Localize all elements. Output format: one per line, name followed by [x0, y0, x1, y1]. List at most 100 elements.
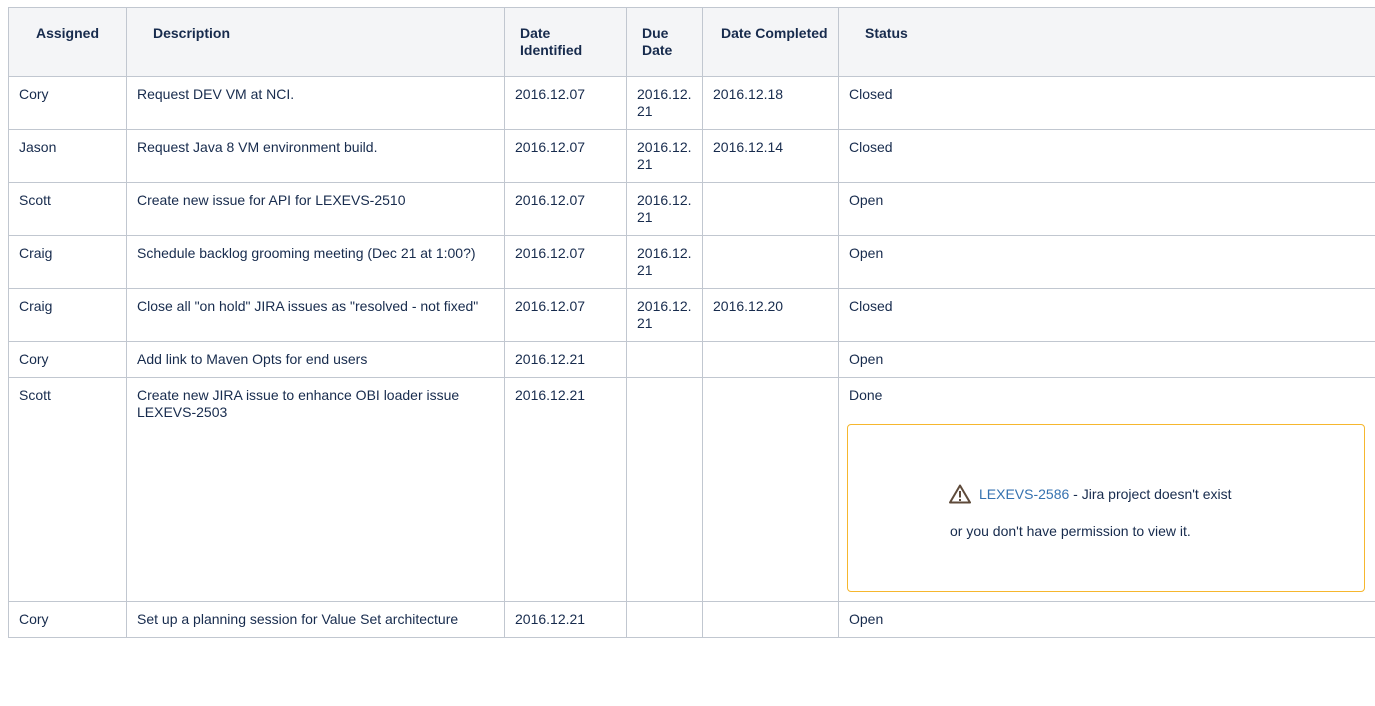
jira-message-line1: - Jira project doesn't exist	[1069, 485, 1232, 502]
status-text: Closed	[849, 86, 893, 102]
jira-issue-link[interactable]: LEXEVS-2586	[979, 486, 1069, 503]
due-date-text: 2016.12.21	[637, 139, 692, 172]
cell-status: Done LEXEVS-2586 - Jira project doesn't e…	[838, 377, 1375, 602]
table-header-row: Assigned Description Date Identified Due…	[8, 7, 1375, 77]
cell-due-date: 2016.12.21	[626, 288, 703, 342]
header-assigned: Assigned	[8, 7, 127, 77]
cell-date-completed	[702, 182, 839, 236]
header-status: Status	[838, 7, 1375, 77]
cell-description: Set up a planning session for Value Set …	[126, 601, 505, 638]
date-identified-text: 2016.12.07	[515, 192, 586, 208]
date-completed-text: 2016.12.20	[713, 298, 784, 314]
date-identified-text: 2016.12.21	[515, 351, 586, 367]
assigned-text: Cory	[19, 351, 49, 367]
cell-due-date: 2016.12.21	[626, 235, 703, 289]
cell-description: Create new JIRA issue to enhance OBI loa…	[126, 377, 505, 602]
table-row: Cory Set up a planning session for Value …	[8, 601, 1375, 638]
cell-assigned: Craig	[8, 235, 127, 289]
cell-status: Open	[838, 235, 1375, 289]
date-identified-text: 2016.12.07	[515, 245, 586, 261]
description-text: Close all "on hold" JIRA issues as "reso…	[137, 298, 479, 314]
cell-assigned: Cory	[8, 601, 127, 638]
cell-date-identified: 2016.12.07	[504, 76, 627, 130]
status-text: Open	[849, 245, 884, 261]
cell-status: Closed	[838, 288, 1375, 342]
status-text: Open	[849, 611, 884, 627]
cell-due-date: 2016.12.21	[626, 182, 703, 236]
jira-warning-line: LEXEVS-2586 - Jira project doesn't exist	[949, 483, 1364, 505]
date-identified-text: 2016.12.07	[515, 298, 586, 314]
cell-date-identified: 2016.12.21	[504, 341, 627, 378]
cell-assigned: Scott	[8, 182, 127, 236]
cell-date-identified: 2016.12.07	[504, 235, 627, 289]
cell-date-identified: 2016.12.21	[504, 377, 627, 602]
cell-due-date: 2016.12.21	[626, 129, 703, 183]
description-text: Set up a planning session for Value Set …	[137, 611, 459, 627]
cell-assigned: Scott	[8, 377, 127, 602]
cell-date-completed: 2016.12.14	[702, 129, 839, 183]
date-identified-text: 2016.12.07	[515, 86, 586, 102]
date-completed-text: 2016.12.14	[713, 139, 784, 155]
cell-date-identified: 2016.12.21	[504, 601, 627, 638]
cell-due-date: 2016.12.21	[626, 76, 703, 130]
description-text: Create new JIRA issue to enhance OBI loa…	[137, 387, 460, 420]
date-completed-text: 2016.12.18	[713, 86, 784, 102]
cell-assigned: Cory	[8, 76, 127, 130]
assigned-text: Scott	[19, 192, 51, 208]
status-text: Done	[849, 387, 883, 403]
assigned-text: Craig	[19, 298, 53, 314]
assigned-text: Jason	[19, 139, 57, 155]
cell-status: Open	[838, 182, 1375, 236]
cell-description: Schedule backlog grooming meeting (Dec 2…	[126, 235, 505, 289]
description-text: Schedule backlog grooming meeting (Dec 2…	[137, 245, 476, 261]
cell-description: Request Java 8 VM environment build.	[126, 129, 505, 183]
cell-date-completed	[702, 377, 839, 602]
action-items-table: Assigned Description Date Identified Due…	[8, 7, 1375, 638]
status-text: Closed	[849, 298, 893, 314]
jira-issue-warning-box: LEXEVS-2586 - Jira project doesn't exist…	[847, 424, 1365, 592]
cell-status: Open	[838, 601, 1375, 638]
status-text: Open	[849, 192, 884, 208]
table-row: Cory Request DEV VM at NCI. 2016.12.07 2016…	[8, 76, 1375, 130]
status-text: Closed	[849, 139, 893, 155]
assigned-text: Scott	[19, 387, 51, 403]
assigned-text: Cory	[19, 611, 49, 627]
header-due-date: Due Date	[626, 7, 703, 77]
jira-message-line2: or you don't have permission to view it.	[950, 523, 1191, 539]
cell-assigned: Craig	[8, 288, 127, 342]
cell-description: Request DEV VM at NCI.	[126, 76, 505, 130]
table-row: Scott Create new issue for API for LEXEVS…	[8, 182, 1375, 236]
due-date-text: 2016.12.21	[637, 245, 692, 278]
description-text: Request Java 8 VM environment build.	[137, 139, 378, 155]
cell-date-completed: 2016.12.18	[702, 76, 839, 130]
cell-date-completed	[702, 601, 839, 638]
cell-assigned: Cory	[8, 341, 127, 378]
cell-description: Add link to Maven Opts for end users	[126, 341, 505, 378]
cell-date-identified: 2016.12.07	[504, 129, 627, 183]
date-identified-text: 2016.12.21	[515, 611, 586, 627]
description-text: Create new issue for API for LEXEVS-2510	[137, 192, 406, 208]
cell-status: Closed	[838, 129, 1375, 183]
cell-due-date	[626, 341, 703, 378]
table-row: Craig Close all "on hold" JIRA issues as …	[8, 288, 1375, 342]
cell-description: Close all "on hold" JIRA issues as "reso…	[126, 288, 505, 342]
due-date-text: 2016.12.21	[637, 298, 692, 331]
date-identified-text: 2016.12.21	[515, 387, 586, 403]
due-date-text: 2016.12.21	[637, 86, 692, 119]
date-identified-text: 2016.12.07	[515, 139, 586, 155]
cell-due-date	[626, 377, 703, 602]
cell-due-date	[626, 601, 703, 638]
assigned-text: Cory	[19, 86, 49, 102]
header-date-identified: Date Identified	[504, 7, 627, 77]
table-row: Scott Create new JIRA issue to enhance OB…	[8, 377, 1375, 602]
table-row: Cory Add link to Maven Opts for end users…	[8, 341, 1375, 378]
cell-date-completed	[702, 341, 839, 378]
description-text: Add link to Maven Opts for end users	[137, 351, 368, 367]
cell-status: Closed	[838, 76, 1375, 130]
cell-date-identified: 2016.12.07	[504, 288, 627, 342]
due-date-text: 2016.12.21	[637, 192, 692, 225]
cell-description: Create new issue for API for LEXEVS-2510	[126, 182, 505, 236]
header-date-completed: Date Completed	[702, 7, 839, 77]
assigned-text: Craig	[19, 245, 53, 261]
cell-date-completed	[702, 235, 839, 289]
